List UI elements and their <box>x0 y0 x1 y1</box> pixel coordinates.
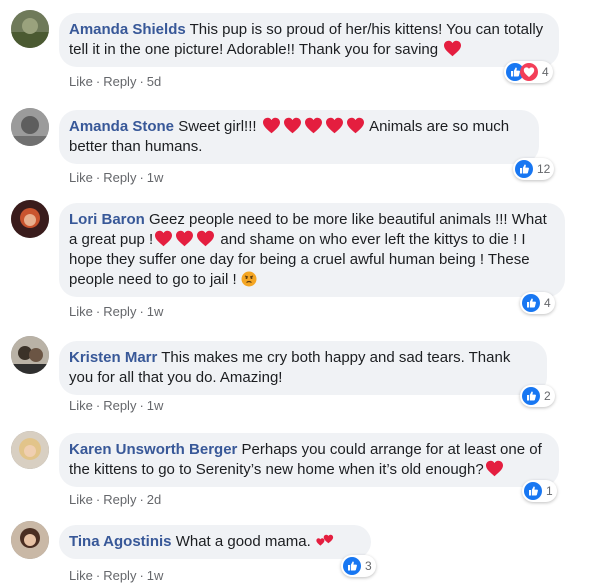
angry-emoji-icon <box>241 271 257 287</box>
timestamp[interactable]: 1w <box>147 304 164 319</box>
comment-bubble: Tina Agostinis What a good mama. <box>59 525 371 559</box>
like-link[interactable]: Like <box>69 398 93 413</box>
timestamp[interactable]: 5d <box>147 74 161 89</box>
timestamp[interactable]: 1w <box>147 398 164 413</box>
reply-link[interactable]: Reply <box>103 398 136 413</box>
heart-emoji-icon <box>196 230 215 247</box>
reply-link[interactable]: Reply <box>103 170 136 185</box>
commenter-name[interactable]: Tina Agostinis <box>69 533 172 550</box>
reaction-count[interactable]: 4 <box>504 61 553 83</box>
reply-link[interactable]: Reply <box>103 304 136 319</box>
reaction-count[interactable]: 3 <box>341 555 376 577</box>
comment-bubble: Lori Baron Geez people need to be more l… <box>59 203 565 297</box>
like-link[interactable]: Like <box>69 492 93 507</box>
comment-actions: Like · Reply · 1w <box>69 170 164 185</box>
comment-bubble: Amanda Stone Sweet girl!!! Animals are s… <box>59 110 539 164</box>
heart-emoji-icon <box>346 117 365 134</box>
avatar[interactable] <box>11 336 49 374</box>
like-link[interactable]: Like <box>69 304 93 319</box>
heart-emoji-icon <box>283 117 302 134</box>
hearts-emoji-icon <box>316 532 342 549</box>
heart-emoji-icon <box>325 117 344 134</box>
commenter-name[interactable]: Lori Baron <box>69 211 145 228</box>
heart-emoji-icon <box>304 117 323 134</box>
heart-emoji-icon <box>262 117 281 134</box>
timestamp[interactable]: 1w <box>147 170 164 185</box>
like-link[interactable]: Like <box>69 170 93 185</box>
comment-actions: Like · Reply · 1w <box>69 304 164 319</box>
avatar[interactable] <box>11 10 49 48</box>
heart-emoji-icon <box>443 40 462 57</box>
reaction-count[interactable]: 4 <box>520 292 555 314</box>
comment-bubble: Karen Unsworth Berger Perhaps you could … <box>59 433 559 487</box>
reply-link[interactable]: Reply <box>103 568 136 583</box>
avatar[interactable] <box>11 431 49 469</box>
reaction-count[interactable]: 1 <box>522 480 557 502</box>
like-icon <box>522 387 540 405</box>
reaction-count[interactable]: 2 <box>520 385 555 407</box>
comment-actions: Like · Reply · 5d <box>69 74 162 89</box>
reply-link[interactable]: Reply <box>103 74 136 89</box>
comment-text: What a good mama. <box>175 533 311 550</box>
like-link[interactable]: Like <box>69 568 93 583</box>
like-icon <box>343 557 361 575</box>
avatar[interactable] <box>11 108 49 146</box>
like-link[interactable]: Like <box>69 74 93 89</box>
commenter-name[interactable]: Karen Unsworth Berger <box>69 441 237 458</box>
heart-emoji-icon <box>485 460 504 477</box>
avatar[interactable] <box>11 200 49 238</box>
reaction-count[interactable]: 12 <box>513 158 555 180</box>
comment-actions: Like · Reply · 1w <box>69 398 164 413</box>
like-icon <box>515 160 533 178</box>
like-icon <box>522 294 540 312</box>
comment-actions: Like · Reply · 1w <box>69 568 164 583</box>
commenter-name[interactable]: Amanda Shields <box>69 21 186 38</box>
reply-link[interactable]: Reply <box>103 492 136 507</box>
like-icon <box>524 482 542 500</box>
love-icon <box>520 63 538 81</box>
commenter-name[interactable]: Amanda Stone <box>69 118 174 135</box>
comment-bubble: Kristen Marr This makes me cry both happ… <box>59 341 547 395</box>
comment-text: Sweet girl!!! <box>178 118 257 135</box>
heart-emoji-icon <box>154 230 173 247</box>
commenter-name[interactable]: Kristen Marr <box>69 349 157 366</box>
timestamp[interactable]: 2d <box>147 492 161 507</box>
comment-actions: Like · Reply · 2d <box>69 492 162 507</box>
timestamp[interactable]: 1w <box>147 568 164 583</box>
avatar[interactable] <box>11 521 49 559</box>
heart-emoji-icon <box>175 230 194 247</box>
comment-bubble: Amanda Shields This pup is so proud of h… <box>59 13 559 67</box>
